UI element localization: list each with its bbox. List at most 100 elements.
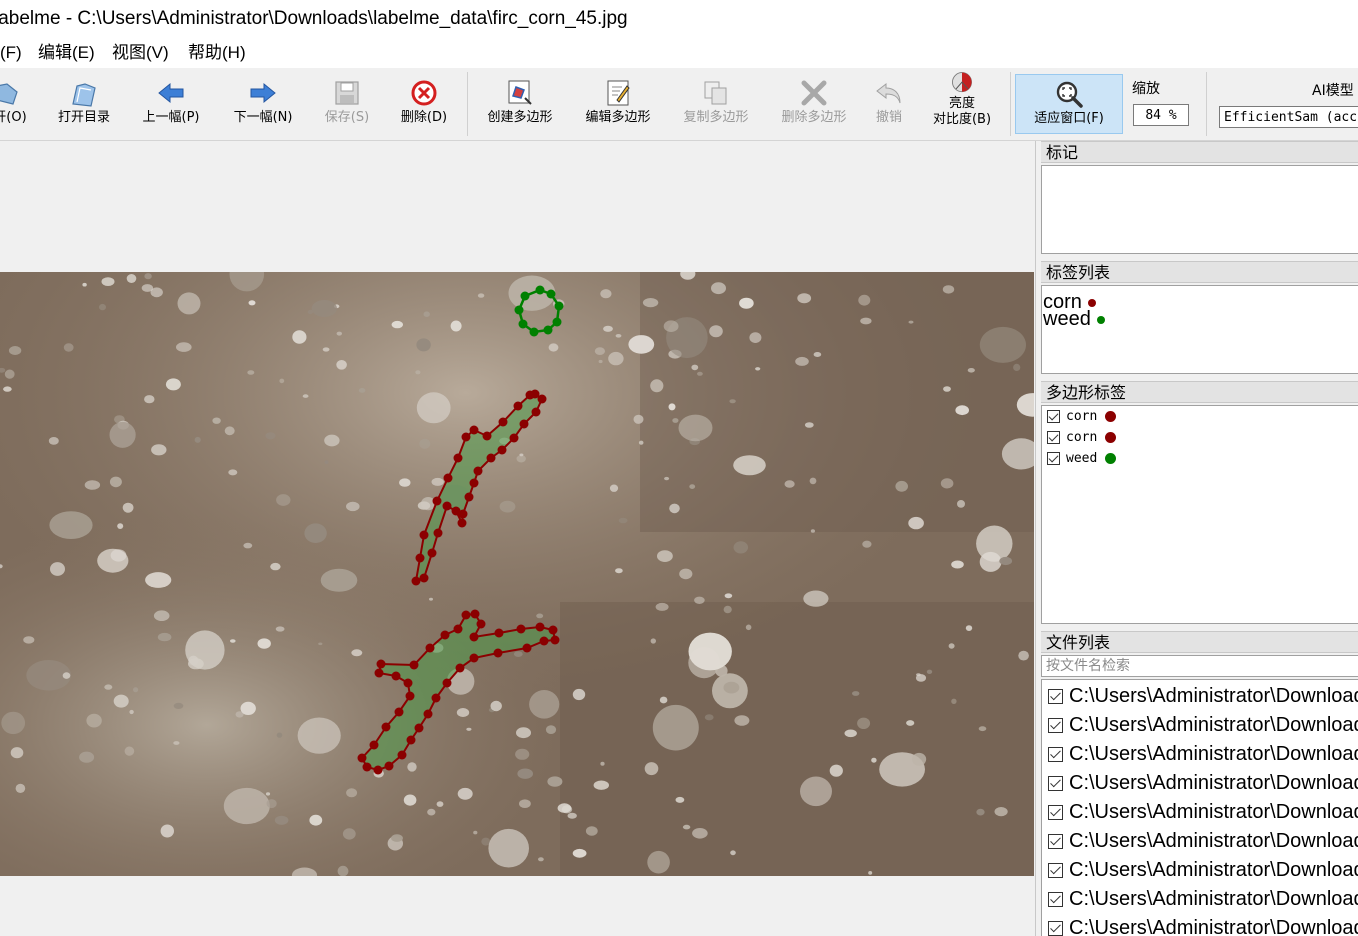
polygon-vertex[interactable] xyxy=(531,407,541,417)
polygon-vertex[interactable] xyxy=(469,653,479,663)
file-checkbox[interactable] xyxy=(1048,892,1063,908)
polygon-vertex[interactable] xyxy=(411,576,421,586)
zoom-input[interactable]: 84 % xyxy=(1133,104,1189,126)
polygon-vertex[interactable] xyxy=(498,417,508,427)
dock-splitter[interactable] xyxy=(1035,141,1040,936)
polygon-vertex[interactable] xyxy=(369,740,379,750)
file-list-item[interactable]: C:\Users\Administrator\Downloads\labelme… xyxy=(1042,711,1358,740)
file-list-item[interactable]: C:\Users\Administrator\Downloads\labelme… xyxy=(1042,769,1358,798)
polygon-vertex[interactable] xyxy=(497,445,507,455)
polygon-vertex[interactable] xyxy=(432,496,442,506)
polygon-vertex[interactable] xyxy=(535,622,545,632)
file-checkbox[interactable] xyxy=(1048,921,1063,936)
polygon-visibility-checkbox[interactable] xyxy=(1047,410,1060,423)
polygon-vertex[interactable] xyxy=(550,635,560,645)
polygon-vertex[interactable] xyxy=(391,671,401,681)
file-checkbox[interactable] xyxy=(1048,718,1063,734)
polygon-label-item[interactable]: corn xyxy=(1042,406,1358,427)
save-button[interactable]: 保存(S) xyxy=(318,74,376,136)
delete-file-button[interactable]: 删除(D) xyxy=(394,74,454,136)
prev-image-button[interactable]: 上一幅(P) xyxy=(134,74,208,136)
polygon-vertex[interactable] xyxy=(469,425,479,435)
file-checkbox[interactable] xyxy=(1048,834,1063,850)
polygon-vertex[interactable] xyxy=(539,636,549,646)
polygon-vertex[interactable] xyxy=(494,628,504,638)
polygon-vertex[interactable] xyxy=(373,765,383,775)
polygon-vertex[interactable] xyxy=(381,722,391,732)
polygon-vertex[interactable] xyxy=(357,753,367,763)
file-list-item[interactable]: C:\Users\Administrator\Downloads\labelme… xyxy=(1042,798,1358,827)
polygon-vertex[interactable] xyxy=(406,735,416,745)
polygon-vertex[interactable] xyxy=(425,643,435,653)
file-checkbox[interactable] xyxy=(1048,689,1063,705)
polygon-vertex[interactable] xyxy=(451,506,461,516)
flags-list[interactable] xyxy=(1041,165,1358,254)
polygon-vertex[interactable] xyxy=(509,433,519,443)
file-list[interactable]: C:\Users\Administrator\Downloads\labelme… xyxy=(1041,679,1358,936)
polygon-vertex[interactable] xyxy=(486,453,496,463)
file-checkbox[interactable] xyxy=(1048,805,1063,821)
polygon-vertex[interactable] xyxy=(529,327,539,337)
polygon-vertex[interactable] xyxy=(469,632,479,642)
file-list-item[interactable]: C:\Users\Administrator\Downloads\labelme… xyxy=(1042,827,1358,856)
polygon-vertex[interactable] xyxy=(525,390,535,400)
fit-window-button[interactable]: 适应窗口(F) xyxy=(1015,74,1123,134)
polygon-vertex[interactable] xyxy=(543,325,553,335)
polygon-vertex[interactable] xyxy=(443,473,453,483)
file-list-item[interactable]: C:\Users\Administrator\Downloads\labelme… xyxy=(1042,682,1358,711)
polygon-label-list[interactable]: corn corn weed xyxy=(1041,405,1358,624)
polygon-vertex[interactable] xyxy=(516,624,526,634)
label-list-item[interactable]: weed xyxy=(1042,309,1358,329)
polygon-vertex[interactable] xyxy=(518,319,528,329)
polygon-vertex[interactable] xyxy=(415,553,425,563)
menu-file[interactable]: (F) xyxy=(0,38,24,68)
polygon-label-item[interactable]: corn xyxy=(1042,427,1358,448)
open-dir-button[interactable]: 打开目录 xyxy=(50,74,118,136)
undo-button[interactable]: 撤销 xyxy=(866,74,912,136)
polygon-vertex[interactable] xyxy=(384,761,394,771)
polygon-vertex[interactable] xyxy=(546,289,556,299)
file-checkbox[interactable] xyxy=(1048,747,1063,763)
polygon-vertex[interactable] xyxy=(453,624,463,634)
polygon-vertex[interactable] xyxy=(469,478,479,488)
polygon-vertex[interactable] xyxy=(453,453,463,463)
file-list-item[interactable]: C:\Users\Administrator\Downloads\labelme… xyxy=(1042,885,1358,914)
label-list[interactable]: corn weed xyxy=(1041,285,1358,374)
polygon-vertex[interactable] xyxy=(461,432,471,442)
polygon-vertex[interactable] xyxy=(552,317,562,327)
polygon-vertex[interactable] xyxy=(423,709,433,719)
file-checkbox[interactable] xyxy=(1048,776,1063,792)
brightness-contrast-button[interactable]: 亮度 对比度(B) xyxy=(922,70,1002,138)
polygon-vertex[interactable] xyxy=(554,301,564,311)
polygon-vertex[interactable] xyxy=(433,528,443,538)
polygon-vertex[interactable] xyxy=(394,707,404,717)
polygon-vertex[interactable] xyxy=(537,394,547,404)
polygon-vertex[interactable] xyxy=(461,610,471,620)
polygon-vertex[interactable] xyxy=(442,678,452,688)
open-button[interactable]: 开(O) xyxy=(0,74,32,136)
polygon-vertex[interactable] xyxy=(455,663,465,673)
polygon-vertex[interactable] xyxy=(457,518,467,528)
polygon-vertex[interactable] xyxy=(440,630,450,640)
file-search-input[interactable]: 按文件名检索 xyxy=(1041,655,1358,677)
polygon-vertex[interactable] xyxy=(482,431,492,441)
polygon-vertex[interactable] xyxy=(431,693,441,703)
polygon-vertex[interactable] xyxy=(476,619,486,629)
polygon-vertex[interactable] xyxy=(514,305,524,315)
edit-polygon-button[interactable]: 编辑多边形 xyxy=(576,74,660,136)
polygon-vertex[interactable] xyxy=(419,573,429,583)
menu-help[interactable]: 帮助(H) xyxy=(186,38,248,68)
delete-polygon-button[interactable]: 删除多边形 xyxy=(772,74,856,136)
polygon-vertex[interactable] xyxy=(409,660,419,670)
file-list-item[interactable]: C:\Users\Administrator\Downloads\labelme… xyxy=(1042,740,1358,769)
polygon-vertex[interactable] xyxy=(470,609,480,619)
polygon-vertex[interactable] xyxy=(519,419,529,429)
create-polygon-button[interactable]: 创建多边形 xyxy=(478,74,562,136)
polygon-vertex[interactable] xyxy=(397,750,407,760)
polygon-vertex[interactable] xyxy=(535,285,545,295)
polygon-vertex[interactable] xyxy=(442,501,452,511)
polygon-vertex[interactable] xyxy=(419,530,429,540)
copy-polygon-button[interactable]: 复制多边形 xyxy=(674,74,758,136)
polygon-vertex[interactable] xyxy=(513,401,523,411)
polygon-vertex[interactable] xyxy=(464,492,474,502)
